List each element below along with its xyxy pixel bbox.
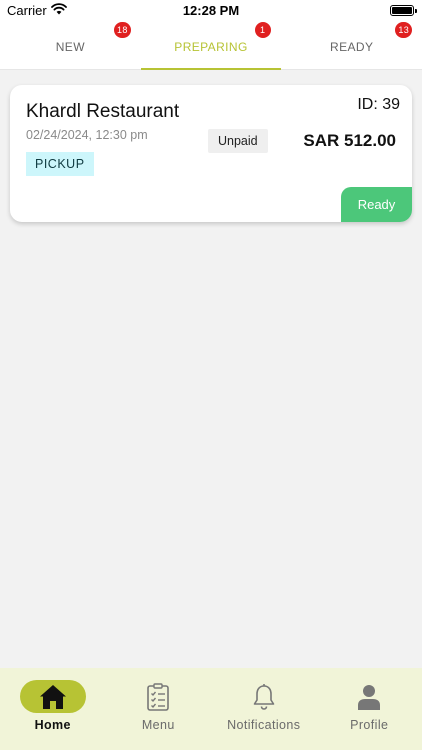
nav-home-highlight — [19, 680, 86, 713]
tab-preparing[interactable]: PREPARING 1 — [140, 22, 282, 70]
tab-preparing-label: PREPARING — [174, 40, 248, 54]
nav-notifications-label: Notifications — [227, 718, 301, 732]
tab-ready[interactable]: READY 13 — [281, 22, 422, 69]
order-card[interactable]: Khardl Restaurant 02/24/2024, 12:30 pm P… — [10, 85, 412, 222]
order-type-badge: PICKUP — [26, 152, 94, 176]
mark-ready-button[interactable]: Ready — [341, 187, 412, 222]
battery-icon — [390, 5, 417, 16]
tab-preparing-count-badge: 1 — [254, 22, 271, 38]
payment-status-badge: Unpaid — [208, 129, 268, 153]
nav-menu-icon-wrap — [125, 680, 191, 713]
menu-checklist-icon — [147, 682, 170, 711]
nav-home-label: Home — [34, 718, 71, 732]
home-icon — [39, 684, 66, 709]
nav-profile-icon-wrap — [336, 680, 402, 713]
nav-item-home[interactable]: Home — [0, 668, 106, 750]
order-id: ID: 39 — [357, 96, 400, 113]
status-bar: Carrier 12:28 PM — [0, 0, 422, 22]
tab-new[interactable]: NEW 18 — [0, 22, 141, 69]
nav-profile-label: Profile — [350, 718, 389, 732]
tab-new-count-badge: 18 — [114, 22, 131, 38]
app-screen: Carrier 12:28 PM NEW 18 PREPARING 1 READ… — [0, 0, 422, 750]
tab-ready-count-badge: 13 — [395, 22, 413, 38]
nav-notifications-icon-wrap — [231, 680, 297, 713]
nav-item-notifications[interactable]: Notifications — [211, 668, 317, 750]
nav-item-menu[interactable]: Menu — [106, 668, 212, 750]
order-datetime: 02/24/2024, 12:30 pm — [26, 128, 148, 142]
bottom-nav: Home Menu Notifications Profile — [0, 668, 422, 750]
tab-new-label: NEW — [55, 40, 85, 54]
status-time: 12:28 PM — [182, 3, 240, 18]
order-total: SAR 512.00 — [303, 131, 396, 150]
restaurant-name: Khardl Restaurant — [26, 101, 180, 122]
nav-menu-label: Menu — [141, 718, 175, 732]
tab-ready-label: READY — [330, 40, 374, 54]
nav-item-profile[interactable]: Profile — [317, 668, 422, 750]
order-status-tabs: NEW 18 PREPARING 1 READY 13 — [0, 22, 422, 70]
bell-icon — [253, 683, 275, 710]
user-icon — [358, 684, 381, 710]
